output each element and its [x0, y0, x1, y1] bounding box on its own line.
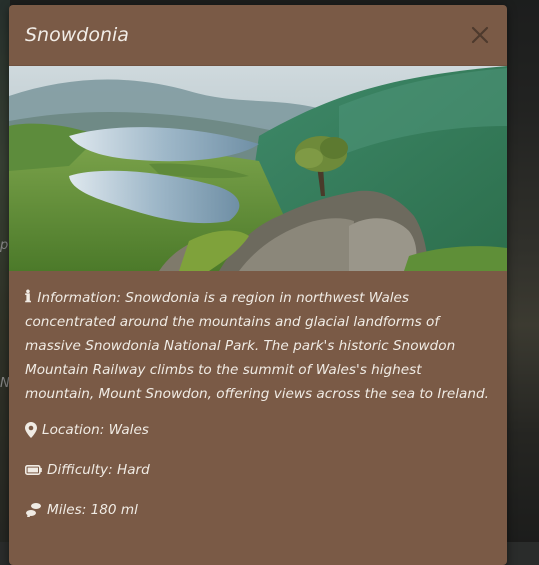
location-text: Location: Wales — [42, 422, 149, 438]
close-icon — [471, 26, 489, 44]
info-icon: ℹ — [25, 287, 32, 306]
location-row: Location: Wales — [25, 418, 491, 442]
landscape-image — [9, 66, 507, 271]
miles-text: Miles: 180 ml — [47, 502, 138, 518]
information-label: Information: — [37, 290, 121, 306]
modal-title: Snowdonia — [25, 24, 129, 46]
difficulty-text: Difficulty: Hard — [47, 462, 150, 478]
miles-row: Miles: 180 ml — [25, 498, 491, 522]
information-paragraph: ℹ Information: Snowdonia is a region in … — [25, 285, 491, 406]
difficulty-row: Difficulty: Hard — [25, 458, 491, 482]
close-button[interactable] — [469, 24, 491, 46]
modal-body: ℹ Information: Snowdonia is a region in … — [9, 271, 507, 522]
modal-header: Snowdonia — [9, 5, 507, 66]
battery-icon — [25, 465, 42, 475]
modal-dialog: Snowdonia ℹ Information: Snowdonia is a … — [9, 5, 507, 565]
map-marker-icon — [25, 422, 37, 438]
information-text: Snowdonia is a region in northwest Wales… — [25, 290, 489, 402]
footprints-icon — [26, 503, 41, 517]
